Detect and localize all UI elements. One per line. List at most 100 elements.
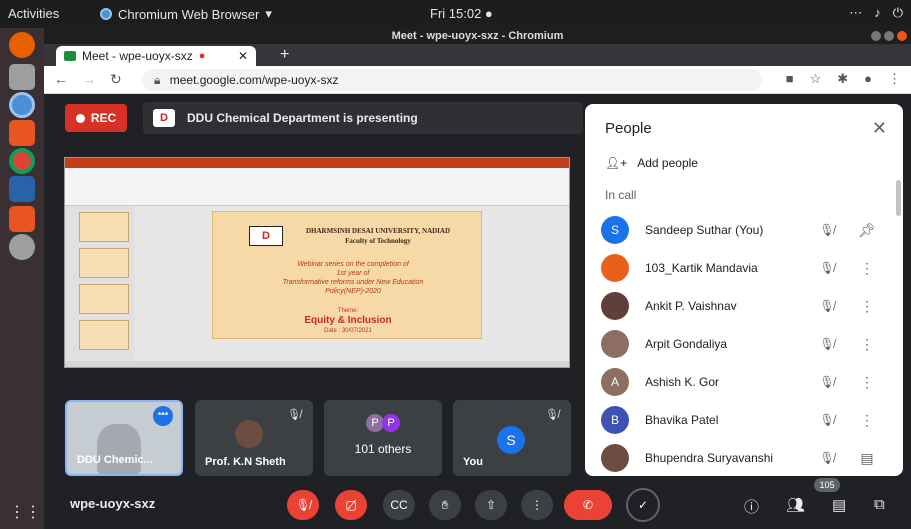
rec-button[interactable]: REC bbox=[65, 104, 127, 132]
participant-name: Ashish K. Gor bbox=[645, 375, 720, 389]
app-store-icon[interactable] bbox=[9, 206, 35, 232]
browser-toolbar: ← → ↻ 🔒︎ meet.google.com/wpe-uoyx-sxz ■ … bbox=[44, 66, 911, 94]
participant-row[interactable]: Ankit P. Vaishnav 🎙︎̸ ⋮ bbox=[601, 288, 891, 324]
tile-others[interactable]: P P 101 others bbox=[324, 400, 442, 476]
close-panel-icon[interactable]: ✕ bbox=[872, 118, 887, 139]
record-dot-icon bbox=[75, 113, 85, 123]
recording-indicator-icon: ● bbox=[198, 50, 206, 62]
slide-thumbnail bbox=[79, 284, 129, 314]
participant-row[interactable]: Bhupendra Suryavanshi 🎙︎̸ ▤ bbox=[601, 440, 891, 476]
app-menu-label: Chromium Web Browser bbox=[118, 6, 260, 22]
participant-row[interactable]: S Sandeep Suthar (You) 🎙︎̸ 📌︎ bbox=[601, 212, 891, 248]
os-top-bar: Activities Chromium Web Browser ▾ Fri 15… bbox=[0, 0, 911, 28]
panel-scrollbar[interactable] bbox=[896, 180, 901, 216]
raise-hand-button[interactable]: ✋︎ bbox=[429, 490, 461, 520]
participant-row[interactable]: B Bhavika Patel 🎙︎̸ ⋮ bbox=[601, 402, 891, 438]
tile-you[interactable]: 🎙︎̸ S You bbox=[453, 400, 571, 476]
reload-icon[interactable]: ↻ bbox=[110, 71, 122, 88]
tile-self-view[interactable]: ••• DDU Chemic... bbox=[65, 400, 183, 476]
window-title-text: Meet - wpe-uoyx-sxz - Chromium bbox=[391, 30, 564, 42]
camera-icon[interactable] bbox=[9, 234, 35, 260]
meeting-code: wpe-uoyx-sxz bbox=[70, 496, 156, 511]
files-icon[interactable] bbox=[9, 64, 35, 90]
extensions-icon[interactable]: ✱ bbox=[837, 71, 848, 87]
participant-row[interactable]: Arpit Gondaliya 🎙︎̸ ⋮ bbox=[601, 326, 891, 362]
back-icon[interactable]: ← bbox=[54, 71, 68, 88]
close-tab-icon[interactable]: ✕ bbox=[238, 49, 248, 63]
avatar bbox=[601, 254, 629, 282]
chromium-dock-icon[interactable] bbox=[9, 92, 35, 118]
mic-toggle-button[interactable]: 🎙︎̸ bbox=[287, 490, 319, 520]
tile-participant[interactable]: 🎙︎̸ Prof. K.N Sheth bbox=[195, 400, 313, 476]
slide-theme-label: Theme: bbox=[337, 308, 359, 314]
tab-strip: Meet - wpe-uoyx-sxz ● ✕ + bbox=[44, 44, 911, 66]
ppt-title-bar bbox=[65, 158, 569, 168]
current-slide: D DHARMSINH DESAI UNIVERSITY, NADIAD Fac… bbox=[212, 211, 482, 339]
tile-name: Prof. K.N Sheth bbox=[205, 456, 286, 468]
activities-icon[interactable]: ⧉ bbox=[874, 496, 885, 513]
mic-off-icon: 🎙︎̸ bbox=[819, 413, 835, 427]
avatar bbox=[601, 330, 629, 358]
maximize-icon[interactable] bbox=[884, 31, 894, 41]
camera-toggle-button[interactable]: ▢̸ bbox=[335, 490, 367, 520]
firefox-icon[interactable] bbox=[9, 32, 35, 58]
virtualbox-icon[interactable] bbox=[9, 176, 35, 202]
mic-off-icon: 🎙︎̸ bbox=[545, 409, 559, 421]
profile-icon[interactable]: ● bbox=[864, 71, 872, 87]
avatar: S bbox=[601, 216, 629, 244]
slide-faculty: Faculty of Technology bbox=[345, 237, 411, 245]
add-people-button[interactable]: 👤︎+ Add people bbox=[605, 156, 698, 170]
show-apps-icon[interactable]: ⋮⋮⋮ bbox=[9, 502, 57, 528]
more-icon[interactable]: ⋮ bbox=[847, 298, 887, 315]
system-tray[interactable]: ⋯ ♪ ⏻ bbox=[849, 5, 903, 21]
mic-off-icon: 🎙︎̸ bbox=[819, 451, 835, 465]
slide-date: Date : 30/07/2021 bbox=[324, 328, 372, 334]
new-tab-button[interactable]: + bbox=[280, 46, 289, 64]
shared-screen[interactable]: D DHARMSINH DESAI UNIVERSITY, NADIAD Fac… bbox=[64, 157, 570, 368]
slide-thumbnail bbox=[79, 212, 129, 242]
participant-name: Bhavika Patel bbox=[645, 413, 719, 427]
self-video bbox=[97, 424, 141, 474]
message-icon[interactable]: ▤ bbox=[847, 450, 887, 467]
pin-icon[interactable]: 📌︎ bbox=[847, 222, 887, 239]
tile-name: DDU Chemic... bbox=[77, 454, 153, 466]
menu-icon[interactable]: ⋮ bbox=[888, 71, 901, 87]
forward-icon[interactable]: → bbox=[82, 71, 96, 88]
slide-subtitle: Webinar series on the completion of 1st … bbox=[253, 260, 453, 296]
participant-name: Sandeep Suthar (You) bbox=[645, 223, 764, 237]
more-options-button[interactable]: ⋮ bbox=[521, 490, 553, 520]
app-menu[interactable]: Chromium Web Browser ▾ bbox=[100, 6, 272, 22]
camera-in-use-icon[interactable]: ■ bbox=[786, 71, 794, 87]
add-person-icon: 👤︎+ bbox=[605, 156, 628, 170]
minimize-icon[interactable] bbox=[871, 31, 881, 41]
participant-row[interactable]: 103_Kartik Mandavia 🎙︎̸ ⋮ bbox=[601, 250, 891, 286]
chat-icon[interactable]: ▤ bbox=[832, 496, 846, 514]
present-button[interactable]: ⇧ bbox=[475, 490, 507, 520]
software-icon[interactable] bbox=[9, 120, 35, 146]
bookmark-star-icon[interactable]: ☆ bbox=[810, 71, 822, 87]
more-icon[interactable]: ⋮ bbox=[847, 260, 887, 277]
info-icon[interactable]: ⓘ bbox=[744, 496, 759, 517]
chrome-icon[interactable] bbox=[9, 148, 35, 174]
more-options-icon[interactable]: ••• bbox=[153, 406, 173, 426]
volume-icon: ♪ bbox=[874, 5, 881, 20]
ppt-ribbon bbox=[65, 168, 569, 206]
people-icon[interactable]: 👥︎ bbox=[786, 496, 805, 514]
lock-icon[interactable]: 🔒︎ bbox=[154, 73, 160, 87]
more-icon[interactable]: ⋮ bbox=[847, 412, 887, 429]
address-bar[interactable]: 🔒︎ meet.google.com/wpe-uoyx-sxz bbox=[142, 69, 762, 91]
tab-meet[interactable]: Meet - wpe-uoyx-sxz ● ✕ bbox=[56, 46, 256, 66]
tile-name: 101 others bbox=[354, 442, 412, 456]
activities-button[interactable]: Activities bbox=[8, 6, 59, 21]
clock[interactable]: Fri 15:02 ● bbox=[430, 6, 493, 21]
more-icon[interactable]: ⋮ bbox=[847, 336, 887, 353]
toolbar-icons: ■ ☆ ✱ ● ⋮ bbox=[786, 71, 901, 87]
captions-button[interactable]: CC bbox=[383, 490, 415, 520]
close-window-icon[interactable] bbox=[897, 31, 907, 41]
participant-row[interactable]: A Ashish K. Gor 🎙︎̸ ⋮ bbox=[601, 364, 891, 400]
more-icon[interactable]: ⋮ bbox=[847, 374, 887, 391]
meet-stage: REC D DDU Chemical Department is present… bbox=[44, 94, 911, 529]
end-call-button[interactable]: ✆ bbox=[564, 490, 612, 520]
sharing-status-button[interactable]: ✓ bbox=[626, 488, 660, 522]
people-panel: People ✕ 👤︎+ Add people In call S Sandee… bbox=[585, 104, 903, 476]
